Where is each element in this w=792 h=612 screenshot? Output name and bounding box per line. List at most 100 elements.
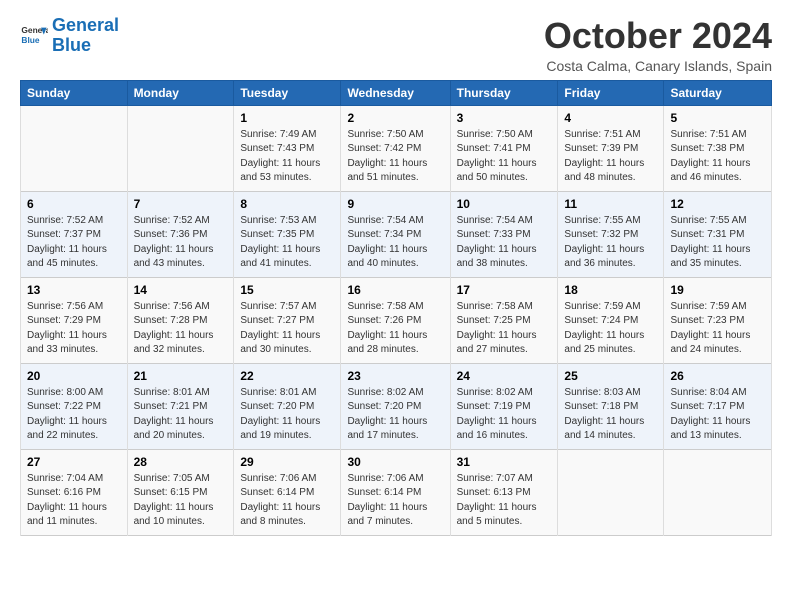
day-number: 20 — [27, 369, 121, 383]
day-number: 8 — [240, 197, 334, 211]
day-info: Sunrise: 7:59 AM Sunset: 7:24 PM Dayligh… — [564, 300, 657, 358]
day-info: Sunrise: 8:01 AM Sunset: 7:21 PM Dayligh… — [134, 386, 228, 444]
calendar-cell: 28 Sunrise: 7:05 AM Sunset: 6:15 PM Dayli… — [127, 449, 234, 535]
calendar-cell: 23Sunrise: 8:02 AM Sunset: 7:20 PM Dayli… — [341, 363, 450, 449]
calendar-cell: 12Sunrise: 7:55 AM Sunset: 7:31 PM Dayli… — [664, 191, 772, 277]
calendar-cell: 21 Sunrise: 8:01 AM Sunset: 7:21 PM Dayli… — [127, 363, 234, 449]
day-info: Sunrise: 7:51 AM Sunset: 7:39 PM Dayligh… — [564, 128, 657, 186]
calendar-cell: 26 Sunrise: 8:04 AM Sunset: 7:17 PM Dayli… — [664, 363, 772, 449]
header-day: Tuesday — [234, 80, 341, 105]
day-info: Sunrise: 8:02 AM Sunset: 7:20 PM Dayligh… — [347, 386, 443, 444]
day-info: Sunrise: 7:50 AM Sunset: 7:42 PM Dayligh… — [347, 128, 443, 186]
day-info: Sunrise: 8:01 AM Sunset: 7:20 PM Dayligh… — [240, 386, 334, 444]
day-number: 30 — [347, 455, 443, 469]
location: Costa Calma, Canary Islands, Spain — [544, 58, 772, 74]
day-info: Sunrise: 8:04 AM Sunset: 7:17 PM Dayligh… — [670, 386, 765, 444]
calendar-cell — [21, 105, 128, 191]
title-block: October 2024 Costa Calma, Canary Islands… — [544, 16, 772, 74]
day-number: 22 — [240, 369, 334, 383]
calendar-row: 1 Sunrise: 7:49 AM Sunset: 7:43 PM Daylig… — [21, 105, 772, 191]
day-number: 10 — [457, 197, 552, 211]
day-number: 18 — [564, 283, 657, 297]
day-number: 1 — [240, 111, 334, 125]
calendar-cell: 27 Sunrise: 7:04 AM Sunset: 6:16 PM Dayli… — [21, 449, 128, 535]
header-day: Sunday — [21, 80, 128, 105]
calendar-cell: 8 Sunrise: 7:53 AM Sunset: 7:35 PM Daylig… — [234, 191, 341, 277]
calendar-row: 27 Sunrise: 7:04 AM Sunset: 6:16 PM Dayli… — [21, 449, 772, 535]
header-day: Wednesday — [341, 80, 450, 105]
header-day: Friday — [558, 80, 664, 105]
day-number: 17 — [457, 283, 552, 297]
month-title: October 2024 — [544, 16, 772, 56]
day-number: 28 — [134, 455, 228, 469]
calendar-cell: 15 Sunrise: 7:57 AM Sunset: 7:27 PM Dayli… — [234, 277, 341, 363]
logo-icon: General Blue — [20, 22, 48, 50]
day-number: 27 — [27, 455, 121, 469]
day-info: Sunrise: 7:51 AM Sunset: 7:38 PM Dayligh… — [670, 128, 765, 186]
day-info: Sunrise: 7:57 AM Sunset: 7:27 PM Dayligh… — [240, 300, 334, 358]
calendar-cell: 5 Sunrise: 7:51 AM Sunset: 7:38 PM Daylig… — [664, 105, 772, 191]
day-number: 15 — [240, 283, 334, 297]
day-info: Sunrise: 7:56 AM Sunset: 7:29 PM Dayligh… — [27, 300, 121, 358]
day-number: 4 — [564, 111, 657, 125]
header-day: Monday — [127, 80, 234, 105]
day-number: 3 — [457, 111, 552, 125]
calendar-body: 1 Sunrise: 7:49 AM Sunset: 7:43 PM Daylig… — [21, 105, 772, 535]
day-number: 2 — [347, 111, 443, 125]
day-info: Sunrise: 7:04 AM Sunset: 6:16 PM Dayligh… — [27, 472, 121, 530]
day-info: Sunrise: 8:02 AM Sunset: 7:19 PM Dayligh… — [457, 386, 552, 444]
header-row: SundayMondayTuesdayWednesdayThursdayFrid… — [21, 80, 772, 105]
day-number: 29 — [240, 455, 334, 469]
day-info: Sunrise: 7:58 AM Sunset: 7:26 PM Dayligh… — [347, 300, 443, 358]
day-info: Sunrise: 7:53 AM Sunset: 7:35 PM Dayligh… — [240, 214, 334, 272]
svg-text:Blue: Blue — [21, 35, 39, 45]
logo-text: General Blue — [52, 16, 119, 56]
day-info: Sunrise: 7:52 AM Sunset: 7:36 PM Dayligh… — [134, 214, 228, 272]
calendar-row: 20 Sunrise: 8:00 AM Sunset: 7:22 PM Dayli… — [21, 363, 772, 449]
calendar-cell: 7 Sunrise: 7:52 AM Sunset: 7:36 PM Daylig… — [127, 191, 234, 277]
calendar-row: 13Sunrise: 7:56 AM Sunset: 7:29 PM Dayli… — [21, 277, 772, 363]
calendar-cell: 24 Sunrise: 8:02 AM Sunset: 7:19 PM Dayli… — [450, 363, 558, 449]
header-day: Thursday — [450, 80, 558, 105]
calendar-cell: 25Sunrise: 8:03 AM Sunset: 7:18 PM Dayli… — [558, 363, 664, 449]
day-number: 11 — [564, 197, 657, 211]
header-day: Saturday — [664, 80, 772, 105]
day-info: Sunrise: 7:06 AM Sunset: 6:14 PM Dayligh… — [240, 472, 334, 530]
logo-general: General — [52, 15, 119, 35]
page-header: General Blue General Blue October 2024 C… — [20, 16, 772, 74]
calendar-cell: 2 Sunrise: 7:50 AM Sunset: 7:42 PM Daylig… — [341, 105, 450, 191]
calendar-cell — [127, 105, 234, 191]
day-info: Sunrise: 7:05 AM Sunset: 6:15 PM Dayligh… — [134, 472, 228, 530]
calendar-cell: 10 Sunrise: 7:54 AM Sunset: 7:33 PM Dayli… — [450, 191, 558, 277]
day-info: Sunrise: 7:54 AM Sunset: 7:33 PM Dayligh… — [457, 214, 552, 272]
calendar-cell: 13Sunrise: 7:56 AM Sunset: 7:29 PM Dayli… — [21, 277, 128, 363]
day-number: 21 — [134, 369, 228, 383]
calendar-cell — [558, 449, 664, 535]
calendar-cell: 11Sunrise: 7:55 AM Sunset: 7:32 PM Dayli… — [558, 191, 664, 277]
day-number: 7 — [134, 197, 228, 211]
day-info: Sunrise: 8:00 AM Sunset: 7:22 PM Dayligh… — [27, 386, 121, 444]
day-info: Sunrise: 7:59 AM Sunset: 7:23 PM Dayligh… — [670, 300, 765, 358]
day-number: 14 — [134, 283, 228, 297]
day-number: 25 — [564, 369, 657, 383]
day-info: Sunrise: 7:54 AM Sunset: 7:34 PM Dayligh… — [347, 214, 443, 272]
calendar-cell: 22 Sunrise: 8:01 AM Sunset: 7:20 PM Dayli… — [234, 363, 341, 449]
calendar-row: 6Sunrise: 7:52 AM Sunset: 7:37 PM Daylig… — [21, 191, 772, 277]
logo: General Blue General Blue — [20, 16, 119, 56]
calendar-cell: 18 Sunrise: 7:59 AM Sunset: 7:24 PM Dayli… — [558, 277, 664, 363]
day-info: Sunrise: 7:49 AM Sunset: 7:43 PM Dayligh… — [240, 128, 334, 186]
day-number: 9 — [347, 197, 443, 211]
day-info: Sunrise: 7:56 AM Sunset: 7:28 PM Dayligh… — [134, 300, 228, 358]
day-number: 5 — [670, 111, 765, 125]
calendar-cell: 1 Sunrise: 7:49 AM Sunset: 7:43 PM Daylig… — [234, 105, 341, 191]
calendar-cell: 16Sunrise: 7:58 AM Sunset: 7:26 PM Dayli… — [341, 277, 450, 363]
calendar-cell: 17Sunrise: 7:58 AM Sunset: 7:25 PM Dayli… — [450, 277, 558, 363]
calendar-cell: 4 Sunrise: 7:51 AM Sunset: 7:39 PM Daylig… — [558, 105, 664, 191]
calendar-cell: 20 Sunrise: 8:00 AM Sunset: 7:22 PM Dayli… — [21, 363, 128, 449]
calendar-cell: 30Sunrise: 7:06 AM Sunset: 6:14 PM Dayli… — [341, 449, 450, 535]
day-number: 26 — [670, 369, 765, 383]
day-number: 6 — [27, 197, 121, 211]
calendar-cell: 29 Sunrise: 7:06 AM Sunset: 6:14 PM Dayli… — [234, 449, 341, 535]
day-info: Sunrise: 7:55 AM Sunset: 7:31 PM Dayligh… — [670, 214, 765, 272]
day-number: 24 — [457, 369, 552, 383]
